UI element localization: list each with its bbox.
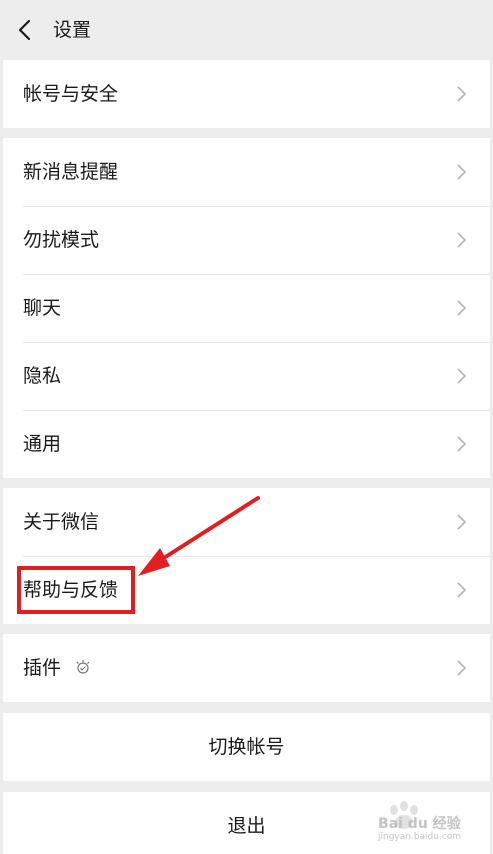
menu-item-plugins[interactable]: 插件 [3, 634, 490, 702]
chevron-right-icon [457, 582, 467, 598]
group-plugins: 插件 [3, 634, 490, 702]
menu-item-label: 聊天 [23, 297, 62, 319]
menu-item-about-wechat[interactable]: 关于微信 [3, 488, 490, 556]
chevron-right-icon [457, 232, 467, 248]
plugin-bulb-icon [76, 660, 90, 674]
back-arrow-icon[interactable] [14, 18, 38, 42]
menu-item-chat[interactable]: 聊天 [3, 274, 490, 342]
chevron-right-icon [457, 436, 467, 452]
group-settings: 新消息提醒 勿扰模式 聊天 隐私 通用 [3, 138, 490, 478]
menu-item-label: 通用 [23, 433, 62, 455]
switch-account-label: 切换帐号 [208, 736, 285, 758]
top-bar: 设置 [0, 0, 493, 60]
chevron-right-icon [457, 514, 467, 530]
menu-item-label: 帮助与反馈 [23, 579, 119, 601]
menu-item-label: 勿扰模式 [23, 229, 100, 251]
watermark-brand: Bai du 经验 [378, 816, 461, 832]
menu-item-label: 新消息提醒 [23, 161, 119, 183]
menu-item-do-not-disturb[interactable]: 勿扰模式 [3, 206, 490, 274]
chevron-right-icon [457, 164, 467, 180]
group-about: 关于微信 帮助与反馈 [3, 488, 490, 624]
watermark-url: jingyan.baidu.com [378, 832, 462, 842]
menu-item-label: 关于微信 [23, 511, 100, 533]
menu-item-account-security[interactable]: 帐号与安全 [3, 60, 490, 128]
menu-item-label: 帐号与安全 [23, 83, 119, 105]
switch-account-button[interactable]: 切换帐号 [3, 713, 490, 781]
chevron-right-icon [457, 86, 467, 102]
page-title: 设置 [53, 19, 92, 41]
chevron-right-icon [457, 300, 467, 316]
menu-item-privacy[interactable]: 隐私 [3, 342, 490, 410]
menu-item-label: 隐私 [23, 365, 62, 387]
menu-item-label: 插件 [23, 657, 62, 679]
menu-item-new-message-alert[interactable]: 新消息提醒 [3, 138, 490, 206]
menu-item-help-feedback[interactable]: 帮助与反馈 [3, 556, 490, 624]
chevron-right-icon [457, 368, 467, 384]
group-account: 帐号与安全 [3, 60, 490, 128]
chevron-right-icon [457, 660, 467, 676]
menu-item-general[interactable]: 通用 [3, 410, 490, 478]
